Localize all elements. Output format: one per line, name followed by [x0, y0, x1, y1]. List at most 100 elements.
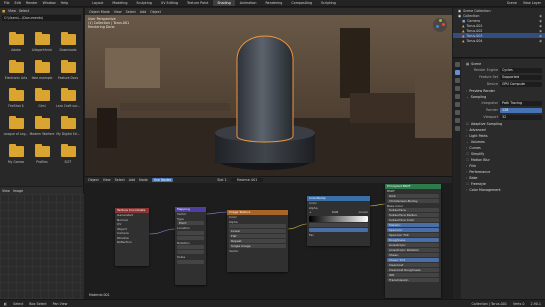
- folder-item[interactable]: Adobe: [3, 30, 29, 58]
- checkbox-icon[interactable]: ☐: [466, 152, 469, 156]
- fb-menu-select[interactable]: Select: [19, 9, 29, 13]
- scale-field[interactable]: [177, 259, 204, 264]
- tab-shading[interactable]: Shading: [213, 0, 235, 6]
- folder-item[interactable]: SLTF: [55, 142, 81, 170]
- checkbox-icon[interactable]: ☑: [466, 122, 469, 126]
- vp-menu-add[interactable]: Add: [140, 10, 146, 14]
- object-tab-icon[interactable]: [454, 110, 460, 115]
- vp-menu-view[interactable]: View: [114, 10, 122, 14]
- output-tab-icon[interactable]: [454, 78, 460, 83]
- roughness-field[interactable]: Roughness: [387, 238, 439, 242]
- node-socket[interactable]: Fac: [307, 233, 370, 238]
- specular-field[interactable]: Specular: [387, 228, 439, 232]
- image-file-field[interactable]: [229, 224, 286, 228]
- checkbox-icon[interactable]: ☐: [466, 158, 469, 162]
- ramp-color-field[interactable]: [309, 227, 368, 232]
- sheen-field[interactable]: Sheen: [387, 253, 439, 257]
- subsurface-field[interactable]: Subsurface: [387, 208, 439, 212]
- render-samples-field[interactable]: 128: [500, 107, 542, 113]
- specular-tint-field[interactable]: Specular Tint: [387, 233, 439, 237]
- ne-menu-view[interactable]: View: [103, 178, 111, 182]
- shader-node-editor[interactable]: Texture Coordinate Generated Normal UV O…: [85, 184, 452, 299]
- rotation-field[interactable]: [177, 245, 204, 249]
- menu-render[interactable]: Render: [26, 1, 38, 5]
- ramp-stop-field[interactable]: [309, 222, 368, 227]
- location-field[interactable]: [177, 235, 204, 240]
- clearcoat-field[interactable]: Clearcoat: [387, 263, 439, 267]
- subsurface-method-dropdown[interactable]: Christensen-Burley: [387, 198, 439, 203]
- ne-menu-select[interactable]: Select: [115, 178, 125, 182]
- folder-item[interactable]: My Games: [3, 142, 29, 170]
- node-socket[interactable]: Reflection: [115, 240, 149, 245]
- view-layer-selector[interactable]: View Layer: [523, 1, 541, 5]
- rotation-field[interactable]: [177, 250, 204, 254]
- tab-rendering[interactable]: Rendering: [262, 0, 287, 6]
- interpolation-dropdown[interactable]: Linear: [229, 229, 286, 233]
- tab-sculpting[interactable]: Sculpting: [132, 0, 155, 6]
- type-dropdown[interactable]: Point: [177, 221, 204, 225]
- editor-type-object[interactable]: Object: [88, 178, 99, 182]
- eye-icon[interactable]: ◉: [539, 29, 542, 33]
- modifier-tab-icon[interactable]: [454, 118, 460, 123]
- ne-menu-node[interactable]: Node: [139, 178, 148, 182]
- sheen-tint-field[interactable]: Sheen Tint: [387, 258, 439, 262]
- outliner-row[interactable]: ▲ Torus.004 ◉: [453, 38, 545, 43]
- color-ramp-bar[interactable]: [309, 215, 368, 222]
- checkbox-icon[interactable]: ☐: [466, 182, 469, 186]
- ie-menu-image[interactable]: Image: [13, 189, 23, 193]
- panel-color-management[interactable]: › Color Management: [464, 187, 542, 193]
- tab-texture-paint[interactable]: Texture Paint: [183, 0, 212, 6]
- folder-item[interactable]: My Digital Ed...: [55, 114, 81, 142]
- view-layer-tab-icon[interactable]: [454, 86, 460, 91]
- image-editor-panel[interactable]: View Image: [0, 187, 84, 299]
- tool-tab-icon[interactable]: [454, 62, 460, 67]
- render-engine-dropdown[interactable]: Cycles: [500, 67, 542, 73]
- menu-window[interactable]: Window: [43, 1, 56, 5]
- eye-icon[interactable]: ◉: [539, 14, 542, 18]
- tab-animation[interactable]: Animation: [236, 0, 261, 6]
- source-dropdown[interactable]: Single Image: [229, 244, 286, 248]
- folder-item[interactable]: Gimi: [29, 86, 55, 114]
- path-field[interactable]: C:\Users\...\Documents\: [2, 15, 81, 21]
- menu-file[interactable]: File: [4, 1, 10, 5]
- projection-dropdown[interactable]: Flat: [229, 234, 286, 238]
- scene-selector[interactable]: Scene: [507, 1, 517, 5]
- folder-item[interactable]: Electronic Arts: [3, 58, 29, 86]
- clearcoat-roughness-field[interactable]: Clearcoat Roughness: [387, 268, 439, 272]
- folder-item[interactable]: Downloads: [55, 30, 81, 58]
- subsurface-color-field[interactable]: Subsurface Color: [387, 218, 439, 222]
- folder-item[interactable]: Lara Craft sur...: [55, 86, 81, 114]
- node-socket[interactable]: BSDF: [385, 189, 441, 194]
- node-texture-coordinate[interactable]: Texture Coordinate Generated Normal UV O…: [115, 208, 149, 266]
- vp-menu-object[interactable]: Object: [150, 10, 161, 14]
- world-tab-icon[interactable]: [454, 102, 460, 107]
- feature-set-dropdown[interactable]: Supported: [500, 74, 542, 80]
- eye-icon[interactable]: ◉: [539, 34, 542, 38]
- 3d-viewport[interactable]: Object Mode View Select Add Object User …: [85, 8, 452, 176]
- material-tab-icon[interactable]: [454, 126, 460, 131]
- device-dropdown[interactable]: GPU Compute: [500, 81, 542, 87]
- metallic-field[interactable]: Metallic: [387, 223, 439, 227]
- viewport-samples-field[interactable]: 32: [500, 114, 542, 120]
- folder-item[interactable]: League of Leg...: [3, 114, 29, 142]
- node-colorramp[interactable]: ColorRamp Color Alpha + RGB Linear Fac: [307, 196, 370, 246]
- material-selector[interactable]: Material.001: [230, 178, 264, 182]
- node-mapping[interactable]: Mapping Vector Type Point Location Rotat…: [175, 207, 206, 285]
- anisotropic-field[interactable]: Anisotropic: [387, 243, 439, 247]
- use-nodes-toggle[interactable]: Use Nodes: [151, 178, 174, 182]
- eye-icon[interactable]: ◉: [539, 39, 542, 43]
- render-tab-icon[interactable]: [454, 70, 460, 75]
- folder-item[interactable]: Modern Warfare: [29, 114, 55, 142]
- node-image-texture[interactable]: Image Texture Color Alpha Linear Flat Re…: [227, 210, 288, 272]
- object-mode-dropdown[interactable]: Object Mode: [89, 10, 110, 14]
- folder-item[interactable]: Allegorithmic: [29, 30, 55, 58]
- ne-menu-add[interactable]: Add: [129, 178, 135, 182]
- image-canvas[interactable]: [0, 194, 84, 299]
- extension-dropdown[interactable]: Repeat: [229, 239, 286, 243]
- anisotropic-rotation-field[interactable]: Anisotropic Rotation: [387, 248, 439, 252]
- ior-field[interactable]: IOR: [387, 273, 439, 277]
- folder-item[interactable]: Feature Docs: [55, 58, 81, 86]
- tab-uv-editing[interactable]: UV Editing: [157, 0, 182, 6]
- distribution-dropdown[interactable]: GGX: [387, 193, 439, 198]
- ie-menu-view[interactable]: View: [2, 189, 10, 193]
